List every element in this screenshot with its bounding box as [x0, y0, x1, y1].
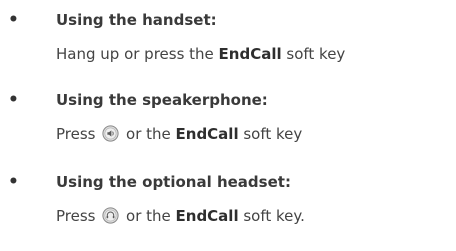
instruction-speakerphone: Press or the EndCall soft key — [56, 122, 302, 146]
text-segment: soft key — [238, 125, 303, 143]
instruction-handset: Hang up or press the EndCall soft key — [56, 42, 345, 66]
headset-key-icon — [102, 206, 119, 224]
text-segment: or the — [121, 125, 176, 143]
bullet: • — [8, 90, 19, 110]
endcall-key-label: EndCall — [175, 207, 239, 225]
text-segment: Press — [56, 207, 101, 225]
instruction-list: • Using the handset: Hang up or press th… — [0, 0, 456, 251]
endcall-key-label: EndCall — [175, 125, 239, 143]
bullet: • — [8, 172, 19, 192]
text-segment: Hang up or press the — [56, 45, 219, 63]
text-segment: or the — [121, 207, 176, 225]
text-segment: soft key. — [238, 207, 305, 225]
speakerphone-key-icon — [102, 124, 119, 142]
heading-handset: Using the handset: — [56, 11, 217, 29]
heading-headset: Using the optional headset: — [56, 173, 291, 191]
bullet: • — [8, 10, 19, 30]
text-segment: soft key — [281, 45, 346, 63]
instruction-headset: Press or the EndCall soft key. — [56, 204, 305, 228]
heading-speakerphone: Using the speakerphone: — [56, 91, 268, 109]
text-segment: Press — [56, 125, 101, 143]
endcall-key-label: EndCall — [218, 45, 282, 63]
